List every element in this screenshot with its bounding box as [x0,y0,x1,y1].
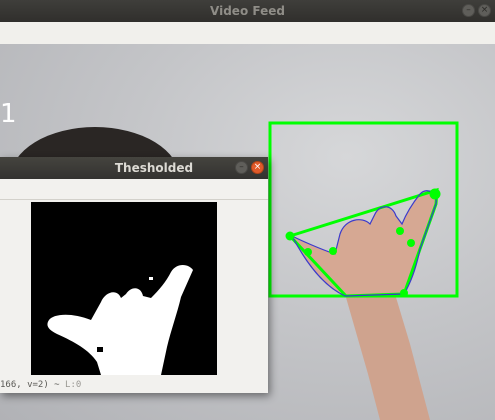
threshold-toolbar [0,179,268,200]
minimize-icon: – [466,5,471,15]
noise-speck [149,277,153,280]
threshold-status-bar: 166, v=2) ~ L:0 [0,380,81,390]
frame-counter: 1 [0,99,17,129]
level-text: L:0 [65,380,82,390]
threshold-minimize-button[interactable]: – [235,161,248,174]
hull-point [429,188,441,200]
hull-point [400,289,408,297]
mask-hole [97,347,103,352]
defect-point [407,239,415,247]
close-icon: × [253,162,262,172]
main-titlebar: Video Feed – × [0,0,495,22]
minimize-button[interactable]: – [462,4,475,17]
threshold-close-button[interactable]: × [251,161,264,174]
hull-point [285,231,295,241]
threshold-window-title: Thesholded [114,161,194,175]
pixel-info-text: 166, v=2) ~ [0,380,60,390]
threshold-image[interactable] [31,202,217,375]
main-toolbar [0,22,495,45]
close-icon: × [480,5,489,15]
defect-point [304,248,312,256]
minimize-icon: – [239,162,244,172]
window-title: Video Feed [210,4,285,18]
defect-point [396,227,404,235]
threshold-window: Thesholded – × 166, v=2) ~ L:0 [0,157,268,393]
threshold-titlebar[interactable]: Thesholded – × [0,157,268,179]
close-button[interactable]: × [478,4,491,17]
defect-point [329,247,337,255]
threshold-mask [31,202,217,375]
